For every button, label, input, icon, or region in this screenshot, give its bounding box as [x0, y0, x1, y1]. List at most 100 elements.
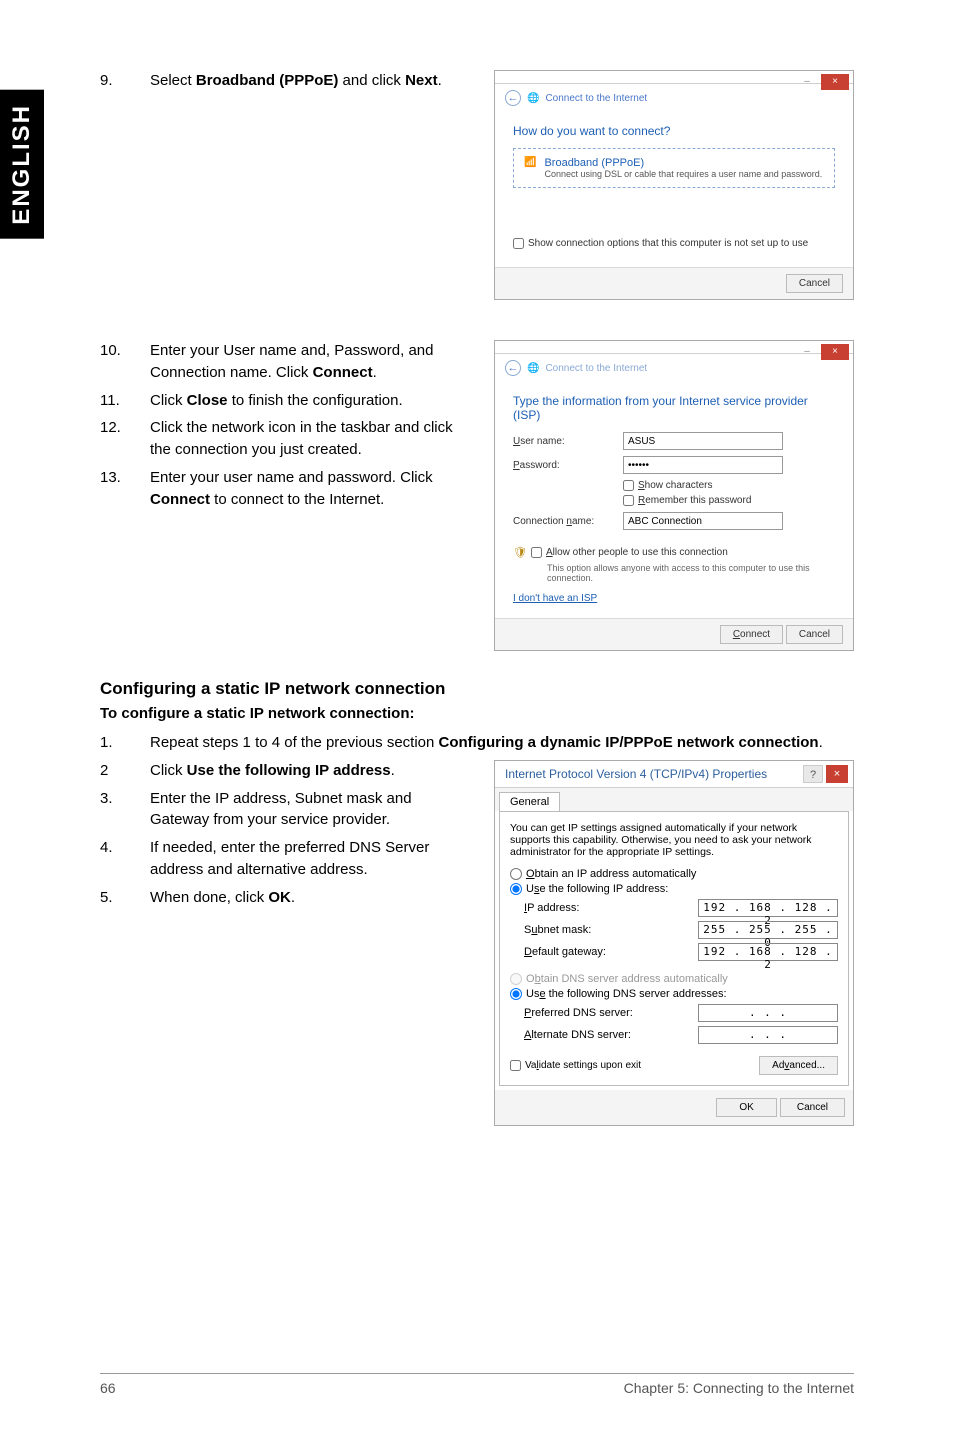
text: . [373, 364, 377, 381]
step-number: 13. [100, 467, 150, 511]
close-icon[interactable]: × [826, 765, 848, 783]
dialog-title: Internet Protocol Version 4 (TCP/IPv4) P… [505, 767, 767, 781]
checkbox-label: Allow other people to use this connectio… [546, 547, 728, 558]
broadband-option[interactable]: 📶 Broadband (PPPoE) Connect using DSL or… [513, 148, 835, 188]
step-11: 11. Click Close to finish the configurat… [100, 390, 474, 412]
dialog-heading: How do you want to connect? [513, 124, 835, 138]
checkbox[interactable] [623, 495, 634, 506]
globe-icon: 🌐 [527, 93, 539, 104]
radio[interactable] [510, 988, 522, 1000]
username-input[interactable] [623, 432, 783, 450]
minimize-icon[interactable]: – [797, 344, 817, 360]
back-icon[interactable]: ← [505, 90, 521, 106]
text: Enter your user name and password. Click [150, 469, 433, 486]
gateway-label: Default gateway: [524, 946, 606, 958]
close-icon[interactable]: × [821, 344, 849, 360]
text: . [438, 72, 442, 89]
dialog-heading: Type the information from your Internet … [513, 394, 835, 422]
connect-dialog-1: – × ← 🌐 Connect to the Internet How do y… [494, 70, 854, 300]
ip-address-label: IP address: [524, 902, 579, 914]
subnet-input[interactable]: 255 . 255 . 255 . 0 [698, 921, 838, 939]
step-13: 13. Enter your user name and password. C… [100, 467, 474, 511]
radio[interactable] [510, 868, 522, 880]
checkbox-label: Validate settings upon exit [525, 1060, 641, 1071]
bold-text: OK [268, 889, 291, 906]
minimize-icon[interactable]: – [797, 74, 817, 90]
bold-text: Use the following IP address [187, 762, 391, 779]
radio [510, 973, 522, 985]
checkbox[interactable] [510, 1060, 521, 1071]
show-chars-checkbox[interactable]: Show characters [623, 480, 835, 491]
tab-general[interactable]: General [499, 792, 560, 811]
step-text: Enter your User name and, Password, and … [150, 340, 474, 384]
button-row: OK Cancel [495, 1090, 853, 1125]
checkbox[interactable] [623, 480, 634, 491]
step-text: Click the network icon in the taskbar an… [150, 417, 474, 461]
text: Click [150, 392, 187, 409]
pref-dns-input[interactable]: . . . [698, 1004, 838, 1022]
step-10: 10. Enter your User name and, Password, … [100, 340, 474, 384]
text: and click [338, 72, 405, 89]
dialog-title: Connect to the Internet [545, 363, 647, 374]
radio-label: Use the following DNS server addresses: [526, 988, 727, 1000]
allow-others-checkbox[interactable]: 🛡 Allow other people to use this connect… [513, 546, 835, 559]
ipv4-titlebar: Internet Protocol Version 4 (TCP/IPv4) P… [495, 761, 853, 788]
alt-dns-input[interactable]: . . . [698, 1026, 838, 1044]
checkbox-label: Show characters [638, 480, 712, 491]
text: . [291, 889, 295, 906]
connection-name-input[interactable] [623, 512, 783, 530]
text: Enter your User name and, Password, and … [150, 342, 433, 381]
step-9: 9. Select Broadband (PPPoE) and click Ne… [100, 70, 474, 92]
section-subheading: To configure a static IP network connect… [100, 705, 854, 722]
cancel-button[interactable]: Cancel [786, 274, 843, 293]
back-icon[interactable]: ← [505, 360, 521, 376]
tab-panel: You can get IP settings assigned automat… [499, 811, 849, 1086]
radio[interactable] [510, 883, 522, 895]
radio-label: Obtain an IP address automatically [526, 868, 696, 880]
checkbox[interactable] [531, 547, 542, 558]
step-number: 9. [100, 70, 150, 92]
password-input[interactable] [623, 456, 783, 474]
checkbox[interactable] [513, 238, 524, 249]
step-number: 1. [100, 732, 150, 754]
validate-checkbox[interactable]: Validate settings upon exit [510, 1060, 641, 1071]
subnet-label: Subnet mask: [524, 924, 591, 936]
radio-use-dns[interactable]: Use the following DNS server addresses: [510, 988, 838, 1000]
ok-button[interactable]: OK [716, 1098, 776, 1117]
connect-dialog-2: – × ← 🌐 Connect to the Internet Type the… [494, 340, 854, 651]
checkbox-label: Remember this password [638, 495, 751, 506]
cancel-button[interactable]: Cancel [786, 625, 843, 644]
ip-address-input[interactable]: 192 . 168 . 128 . 2 [698, 899, 838, 917]
static-step-3: 3. Enter the IP address, Subnet mask and… [100, 788, 474, 832]
radio-auto-ip[interactable]: Obtain an IP address automatically [510, 868, 838, 880]
radio-use-ip[interactable]: Use the following IP address: [510, 883, 838, 895]
cancel-button[interactable]: Cancel [780, 1098, 845, 1117]
text: Select [150, 72, 196, 89]
connection-name-label: Connection name: [513, 516, 623, 527]
radio-label: Use the following IP address: [526, 883, 668, 895]
ipv4-desc: You can get IP settings assigned automat… [510, 822, 838, 858]
no-isp-link[interactable]: I don't have an ISP [513, 593, 597, 604]
button-row: Cancel [495, 267, 853, 299]
show-options-checkbox[interactable]: Show connection options that this comput… [513, 238, 835, 249]
shield-icon: 🛡 [513, 546, 527, 559]
ipv4-properties-dialog: Internet Protocol Version 4 (TCP/IPv4) P… [494, 760, 854, 1126]
window-titlebar: – × [495, 71, 853, 84]
remember-checkbox[interactable]: Remember this password [623, 495, 835, 506]
step-number: 12. [100, 417, 150, 461]
modem-icon: 📶 [524, 157, 536, 179]
section-heading: Configuring a static IP network connecti… [100, 679, 854, 699]
text: When done, click [150, 889, 268, 906]
globe-icon: 🌐 [527, 363, 539, 374]
button-row: Connect Cancel [495, 618, 853, 650]
connect-button[interactable]: Connect [720, 625, 783, 644]
radio-label: Obtain DNS server address automatically [526, 973, 728, 985]
close-icon[interactable]: × [821, 74, 849, 90]
static-step-1: 1. Repeat steps 1 to 4 of the previous s… [100, 732, 854, 754]
static-step-5: 5. When done, click OK. [100, 887, 474, 909]
bold-text: Close [187, 392, 228, 409]
advanced-button[interactable]: Advanced... [759, 1056, 838, 1075]
alt-dns-label: Alternate DNS server: [524, 1029, 631, 1041]
gateway-input[interactable]: 192 . 168 . 128 . 2 [698, 943, 838, 961]
help-icon[interactable]: ? [803, 765, 823, 783]
